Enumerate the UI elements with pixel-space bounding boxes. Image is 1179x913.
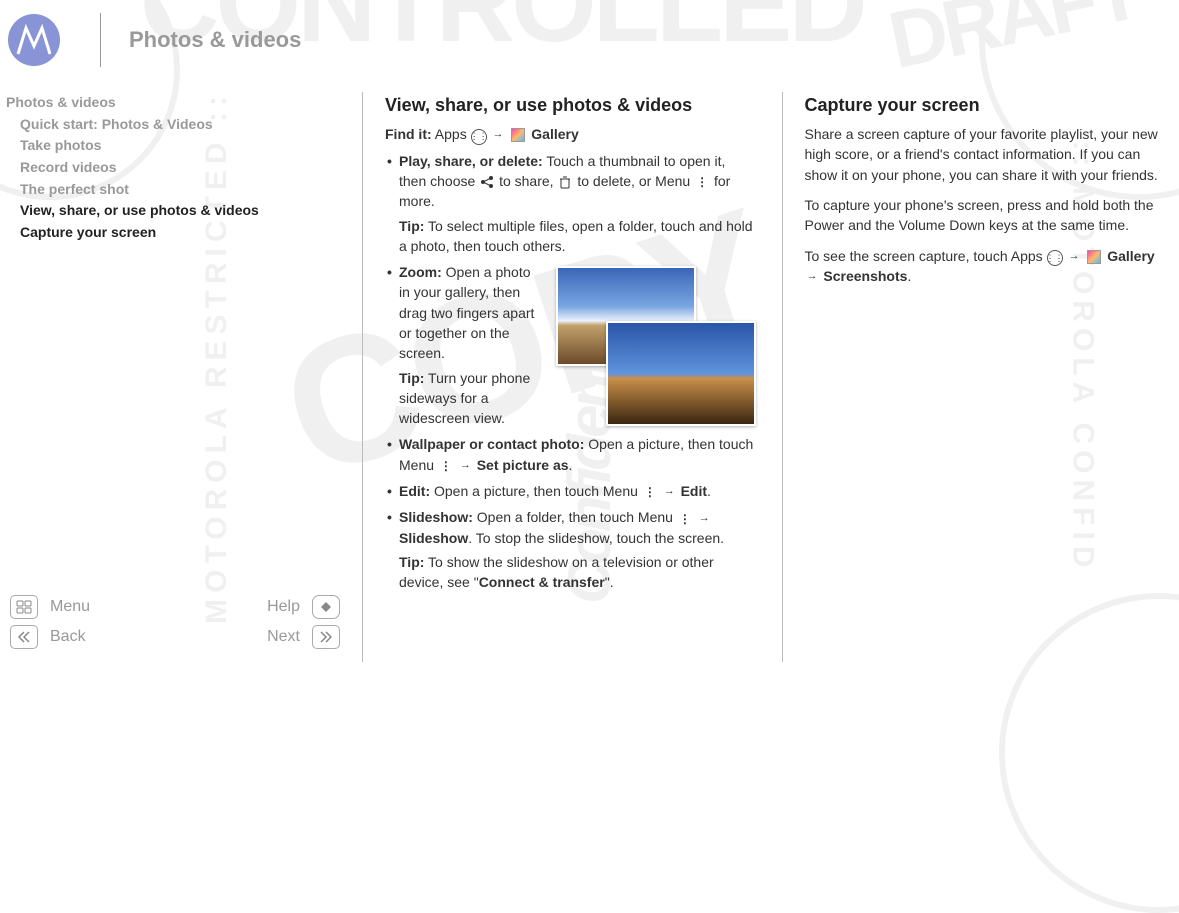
wallpaper-action: Set picture as: [477, 457, 569, 473]
apps-grid-icon: ⋮⋮: [471, 129, 487, 145]
findit-gallery: Gallery: [531, 126, 578, 142]
arrow-icon: →: [697, 512, 712, 524]
slideshow-text: Open a folder, then touch Menu: [477, 509, 673, 525]
menu-icon[interactable]: [10, 595, 38, 619]
col2-p3: To see the screen capture, touch Apps ⋮⋮…: [805, 246, 1176, 287]
menu-dots-icon: [694, 174, 710, 190]
find-it-line: Find it: Apps ⋮⋮ → Gallery: [385, 124, 756, 145]
toc-item-active[interactable]: Capture your screen: [6, 222, 340, 244]
header-divider: [100, 13, 101, 67]
help-label[interactable]: Help: [267, 598, 300, 616]
arrow-icon: →: [458, 459, 473, 471]
bullet-edit: Edit: Open a picture, then touch Menu → …: [385, 481, 756, 501]
slideshow-action: Slideshow: [399, 530, 468, 546]
table-of-contents: Photos & videos Quick start: Photos & Vi…: [6, 92, 340, 244]
col1-heading: View, share, or use photos & videos: [385, 92, 756, 118]
edit-action: Edit: [681, 483, 707, 499]
page-header: Photos & videos: [0, 0, 1179, 72]
slideshow-text2: To stop the slideshow, touch the screen.: [476, 530, 724, 546]
toc-item[interactable]: The perfect shot: [6, 179, 340, 201]
edit-text: Open a picture, then touch Menu: [434, 483, 638, 499]
column-divider: [362, 92, 363, 662]
next-icon[interactable]: [312, 625, 340, 649]
findit-label: Find it:: [385, 126, 432, 142]
bullet-wallpaper: Wallpaper or contact photo: Open a pictu…: [385, 434, 756, 475]
p3-gallery: Gallery: [1107, 248, 1154, 264]
p3a: To see the screen capture, touch Apps: [805, 248, 1043, 264]
page-title: Photos & videos: [129, 27, 301, 53]
zoom-title: Zoom:: [399, 264, 442, 280]
play-share: to share,: [499, 173, 553, 189]
arrow-icon: →: [805, 270, 820, 282]
tip-label: Tip:: [399, 554, 424, 570]
tip-text: To select multiple files, open a folder,…: [399, 218, 753, 254]
photo-thumbnail: [606, 321, 756, 426]
gallery-icon: [511, 128, 525, 142]
tip-label: Tip:: [399, 218, 424, 234]
p3-screenshots: Screenshots: [823, 268, 907, 284]
photo-preview: [556, 266, 756, 426]
menu-dots-icon: [642, 484, 658, 500]
col2-p2: To capture your phone's screen, press an…: [805, 195, 1176, 236]
play-title: Play, share, or delete:: [399, 153, 543, 169]
slideshow-title: Slideshow:: [399, 509, 473, 525]
arrow-icon: →: [662, 485, 677, 497]
next-label[interactable]: Next: [267, 628, 300, 646]
content-column-2: Capture your screen Share a screen captu…: [805, 92, 1179, 662]
menu-label[interactable]: Menu: [50, 598, 90, 616]
back-icon[interactable]: [10, 625, 38, 649]
edit-title: Edit:: [399, 483, 430, 499]
arrow-icon: →: [490, 128, 505, 140]
motorola-logo: [8, 14, 60, 66]
trash-icon: [557, 174, 573, 190]
content-column-1: View, share, or use photos & videos Find…: [385, 92, 760, 662]
gallery-icon: [1087, 250, 1101, 264]
toc-item-active[interactable]: View, share, or use photos & videos: [6, 200, 340, 222]
findit-apps: Apps: [435, 126, 467, 142]
tip-text: ".: [605, 574, 614, 590]
share-icon: [479, 174, 495, 190]
toc-item[interactable]: Take photos: [6, 135, 340, 157]
bullet-zoom: Zoom: Open a photo in your gallery, then…: [385, 262, 756, 428]
column-divider: [782, 92, 783, 662]
back-label[interactable]: Back: [50, 628, 86, 646]
toc-item[interactable]: Quick start: Photos & Videos: [6, 114, 340, 136]
bullet-play: Play, share, or delete: Touch a thumbnai…: [385, 151, 756, 256]
nav-buttons: Menu Help Back Next: [6, 592, 340, 662]
tip-link[interactable]: Connect & transfer: [479, 574, 605, 590]
play-delete: to delete, or Menu: [577, 173, 690, 189]
bullet-slideshow: Slideshow: Open a folder, then touch Men…: [385, 507, 756, 592]
wallpaper-title: Wallpaper or contact photo:: [399, 436, 584, 452]
menu-dots-icon: [438, 458, 454, 474]
arrow-icon: →: [1066, 250, 1081, 262]
toc-section[interactable]: Photos & videos: [6, 92, 340, 114]
tip-label: Tip:: [399, 370, 424, 386]
col2-p1: Share a screen capture of your favorite …: [805, 124, 1176, 185]
help-icon[interactable]: [312, 595, 340, 619]
col2-heading: Capture your screen: [805, 92, 1176, 118]
toc-item[interactable]: Record videos: [6, 157, 340, 179]
menu-dots-icon: [677, 511, 693, 527]
apps-grid-icon: ⋮⋮: [1047, 250, 1063, 266]
